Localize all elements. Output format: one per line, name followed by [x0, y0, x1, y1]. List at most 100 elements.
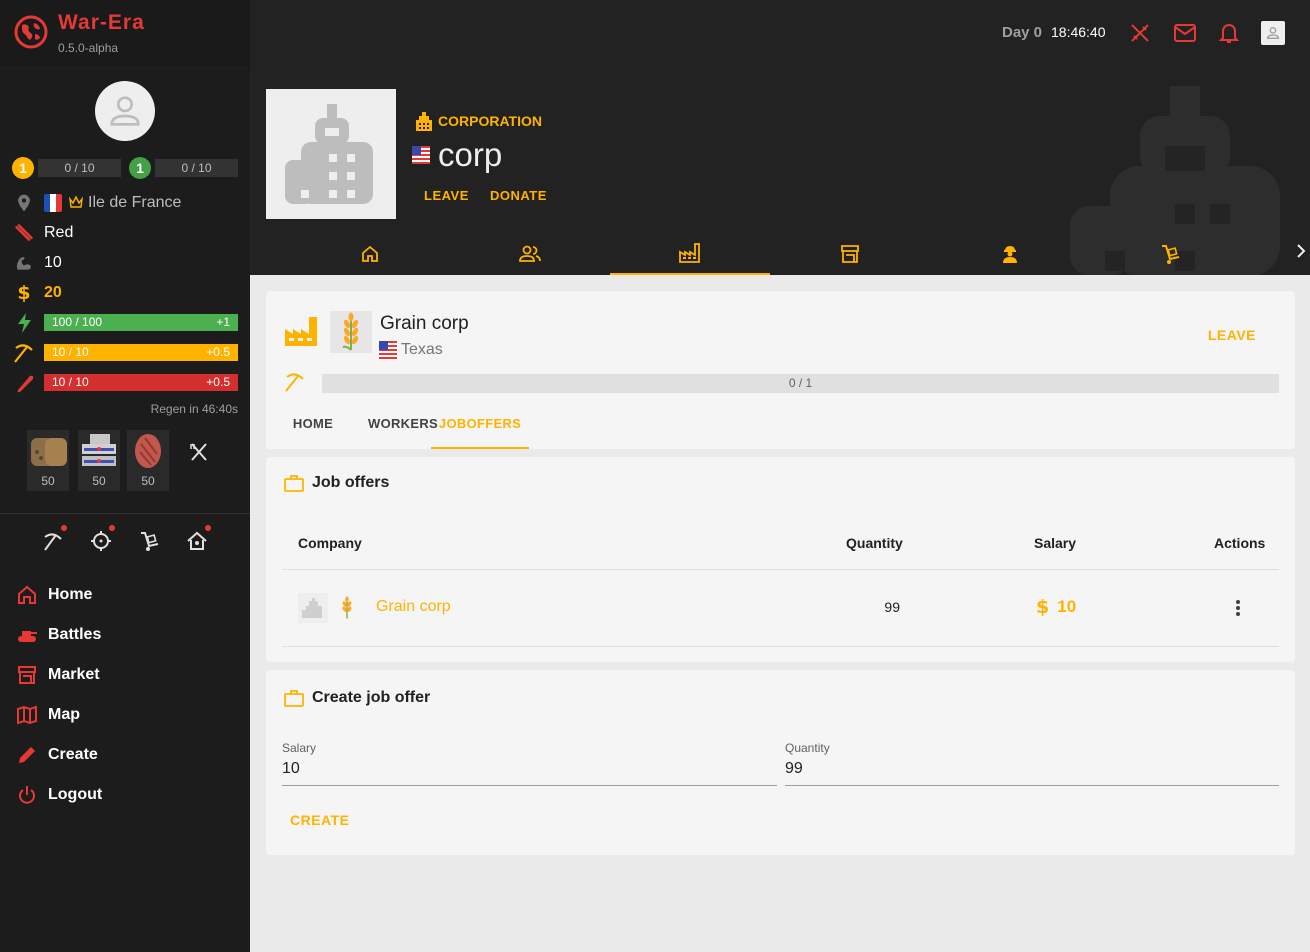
- tab-transport[interactable]: [1090, 232, 1250, 275]
- pickaxe-icon: [14, 344, 33, 363]
- nav-map[interactable]: Map: [16, 703, 80, 727]
- store-icon: [841, 244, 859, 263]
- worker-icon: [1003, 245, 1017, 263]
- tab-workers[interactable]: [930, 232, 1090, 275]
- food-qty: 50: [92, 474, 106, 488]
- notifications-button[interactable]: [1217, 21, 1241, 45]
- tab-market[interactable]: [770, 232, 930, 275]
- health-bar: 10 / 10 +0.5: [44, 374, 238, 391]
- subtab-home[interactable]: HOME: [282, 407, 344, 449]
- notification-dot: [109, 525, 115, 531]
- health-icon: [17, 375, 34, 393]
- brand-name: War-Era: [58, 11, 145, 34]
- wheat-icon: [342, 312, 359, 351]
- company-region[interactable]: Texas: [379, 341, 443, 359]
- leave-company-button[interactable]: LEAVE: [1208, 327, 1256, 343]
- column-salary[interactable]: Salary: [1034, 535, 1076, 551]
- map-icon: [17, 705, 37, 725]
- quick-transport-button[interactable]: [135, 527, 163, 555]
- tab-home[interactable]: [290, 232, 450, 275]
- dollar-icon: $: [17, 282, 31, 304]
- brand: War-Era 0.5.0-alpha: [0, 0, 250, 66]
- strength-row: [14, 252, 34, 274]
- quantity-field[interactable]: 99: [785, 760, 803, 778]
- map-pin-icon: [18, 194, 30, 212]
- avatar[interactable]: [95, 81, 155, 141]
- nav-label: Create: [48, 746, 98, 763]
- donate-button[interactable]: DONATE: [490, 188, 547, 203]
- tab-members[interactable]: [450, 232, 610, 275]
- notification-dot: [205, 525, 211, 531]
- fork-knife-icon[interactable]: [188, 442, 210, 464]
- column-quantity[interactable]: Quantity: [846, 535, 903, 551]
- money-value: 20: [44, 284, 62, 301]
- store-icon: [18, 666, 36, 684]
- leave-corporation-button[interactable]: LEAVE: [424, 188, 469, 203]
- wheat-icon: [342, 596, 352, 619]
- nav-label: Home: [48, 586, 93, 603]
- corporation-type-label: CORPORATION: [438, 113, 542, 129]
- health-regen: +0.5: [206, 375, 230, 389]
- food-item-fish-can[interactable]: 50: [78, 430, 120, 491]
- row-actions-menu[interactable]: [1227, 597, 1249, 619]
- economy-xp-bar: 0 / 10: [155, 159, 238, 177]
- salary-field[interactable]: 10: [282, 760, 300, 778]
- nav-create[interactable]: Create: [16, 743, 98, 767]
- user-menu-button[interactable]: [1261, 21, 1285, 45]
- work-value: 10 / 10: [52, 345, 89, 359]
- pencil-icon: [19, 747, 35, 763]
- nav-label: Battles: [48, 626, 102, 643]
- nav-label: Logout: [48, 786, 103, 803]
- job-company-link[interactable]: Grain corp: [376, 598, 451, 616]
- user-icon: [110, 96, 140, 126]
- home-icon: [362, 245, 378, 262]
- steak-icon: [135, 434, 161, 468]
- nav-home[interactable]: Home: [16, 583, 92, 607]
- food-item-steak[interactable]: 50: [127, 430, 169, 491]
- nav-battles[interactable]: Battles: [16, 623, 101, 647]
- fish-can-icon: [82, 434, 116, 466]
- create-button[interactable]: CREATE: [290, 812, 350, 828]
- factory-icon: [285, 317, 317, 346]
- column-company[interactable]: Company: [298, 535, 362, 551]
- factory-icon: [679, 242, 700, 263]
- mail-icon: [1174, 24, 1196, 42]
- tab-companies[interactable]: [610, 232, 770, 275]
- salary-underline: [282, 785, 777, 786]
- production-progress-bar: 0 / 1: [322, 374, 1279, 393]
- location-row[interactable]: [14, 192, 34, 214]
- crosshair-icon: [91, 531, 111, 551]
- usa-flag-icon: [412, 146, 430, 164]
- quick-fight-button[interactable]: [87, 525, 115, 555]
- lightning-icon: [18, 313, 31, 333]
- economy-level-badge: 1: [129, 157, 151, 179]
- crossed-swords-icon: [1131, 24, 1149, 42]
- food-item-bread[interactable]: 50: [27, 430, 69, 491]
- party-name[interactable]: Red: [44, 222, 73, 244]
- globe-logo-icon[interactable]: [14, 15, 48, 49]
- chevron-right-icon[interactable]: [1296, 244, 1306, 258]
- people-icon: [519, 245, 541, 262]
- quantity-label: Quantity: [785, 741, 830, 755]
- location-name[interactable]: Ile de France: [88, 192, 181, 214]
- nav-logout[interactable]: Logout: [16, 783, 102, 807]
- table-divider: [282, 646, 1279, 647]
- war-status-button[interactable]: [1128, 21, 1152, 45]
- nav-market[interactable]: Market: [16, 663, 100, 687]
- pickaxe-icon: [285, 373, 304, 392]
- quick-house-button[interactable]: [183, 525, 211, 555]
- corporation-name: corp: [438, 136, 503, 173]
- quick-work-button[interactable]: [39, 525, 67, 555]
- energy-regen: +1: [216, 315, 230, 329]
- building-icon: [416, 112, 432, 131]
- regen-timer: Regen in 46:40s: [150, 402, 238, 416]
- hand-truck-icon: [141, 532, 159, 551]
- building-icon: [285, 104, 373, 204]
- user-icon: [1266, 27, 1280, 39]
- corporation-image: [266, 89, 396, 219]
- job-salary-value: 10: [1057, 597, 1077, 616]
- subtab-joboffers[interactable]: JOBOFFERS: [431, 407, 529, 449]
- health-value: 10 / 10: [52, 375, 89, 389]
- messages-button[interactable]: [1173, 21, 1197, 45]
- more-vertical-icon: [1236, 600, 1240, 616]
